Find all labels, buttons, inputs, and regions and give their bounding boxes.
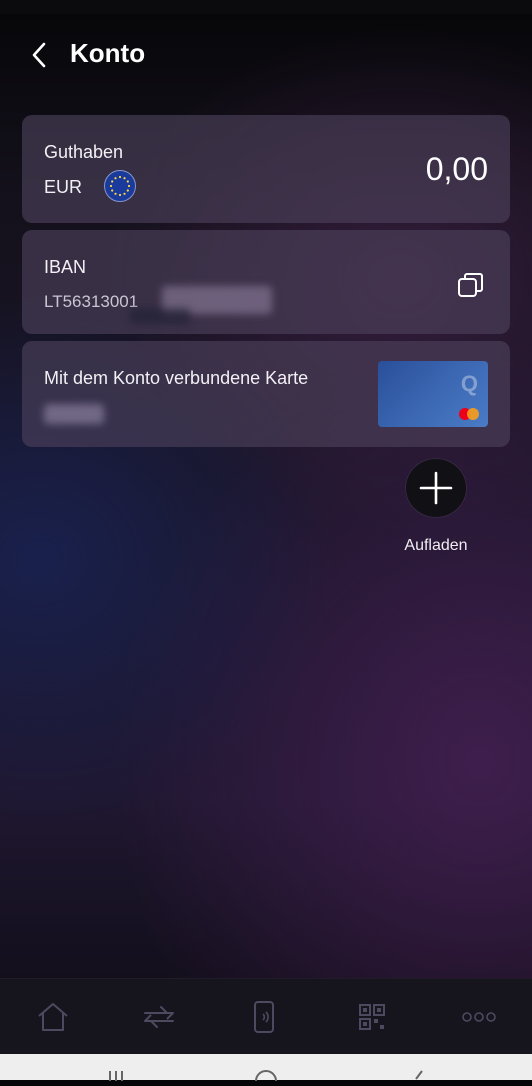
bottom-navigation: [0, 978, 532, 1055]
topup-label: Aufladen: [404, 537, 468, 554]
plus-icon: [419, 471, 453, 505]
home-system-button[interactable]: [246, 1068, 286, 1082]
back-system-button[interactable]: [400, 1068, 440, 1080]
back-arrow-icon: [415, 1070, 423, 1080]
card-number-redaction: [44, 404, 104, 424]
iban-card: IBAN LT56313001: [22, 230, 510, 334]
balance-label: Guthaben: [44, 142, 124, 162]
qr-code-icon: [359, 1004, 385, 1030]
home-circle-icon: [255, 1070, 277, 1082]
balance-card: Guthaben EUR 0,00: [22, 115, 510, 223]
nav-contactless[interactable]: [244, 997, 284, 1037]
topup-button[interactable]: [406, 459, 466, 517]
balance-amount: 0,00: [425, 151, 488, 187]
card-brand-letter: Q: [460, 371, 478, 396]
payment-card-image: Q: [378, 361, 488, 427]
nav-qr[interactable]: [352, 997, 392, 1037]
mastercard-icon: [459, 408, 479, 420]
more-icon: [462, 1012, 496, 1022]
transfer-icon: [144, 1006, 174, 1028]
nav-home[interactable]: [33, 997, 73, 1037]
chevron-left-icon: [32, 42, 46, 68]
copy-icon: [458, 273, 483, 297]
nav-more[interactable]: [459, 997, 499, 1037]
linked-card-row[interactable]: Mit dem Konto verbundene Karte Q: [22, 341, 510, 447]
back-button[interactable]: [22, 36, 56, 74]
currency-label: EUR: [44, 177, 83, 197]
eu-flag-icon: [104, 170, 136, 202]
system-navigation-bar: [0, 1054, 532, 1082]
status-bar: [0, 0, 532, 14]
phone-pay-icon: [254, 1001, 274, 1033]
linked-card-label: Mit dem Konto verbundene Karte: [44, 368, 309, 388]
header: Konto: [0, 22, 532, 88]
page-title: Konto: [70, 38, 146, 68]
recent-apps-icon: [109, 1071, 123, 1081]
iban-value: LT56313001: [44, 292, 139, 311]
iban-label: IBAN: [44, 257, 87, 277]
iban-redaction-shadow: [130, 308, 190, 324]
home-icon: [38, 1003, 68, 1031]
recent-apps-button[interactable]: [100, 1068, 140, 1081]
copy-button[interactable]: [456, 270, 486, 300]
nav-transfers[interactable]: [139, 997, 179, 1037]
